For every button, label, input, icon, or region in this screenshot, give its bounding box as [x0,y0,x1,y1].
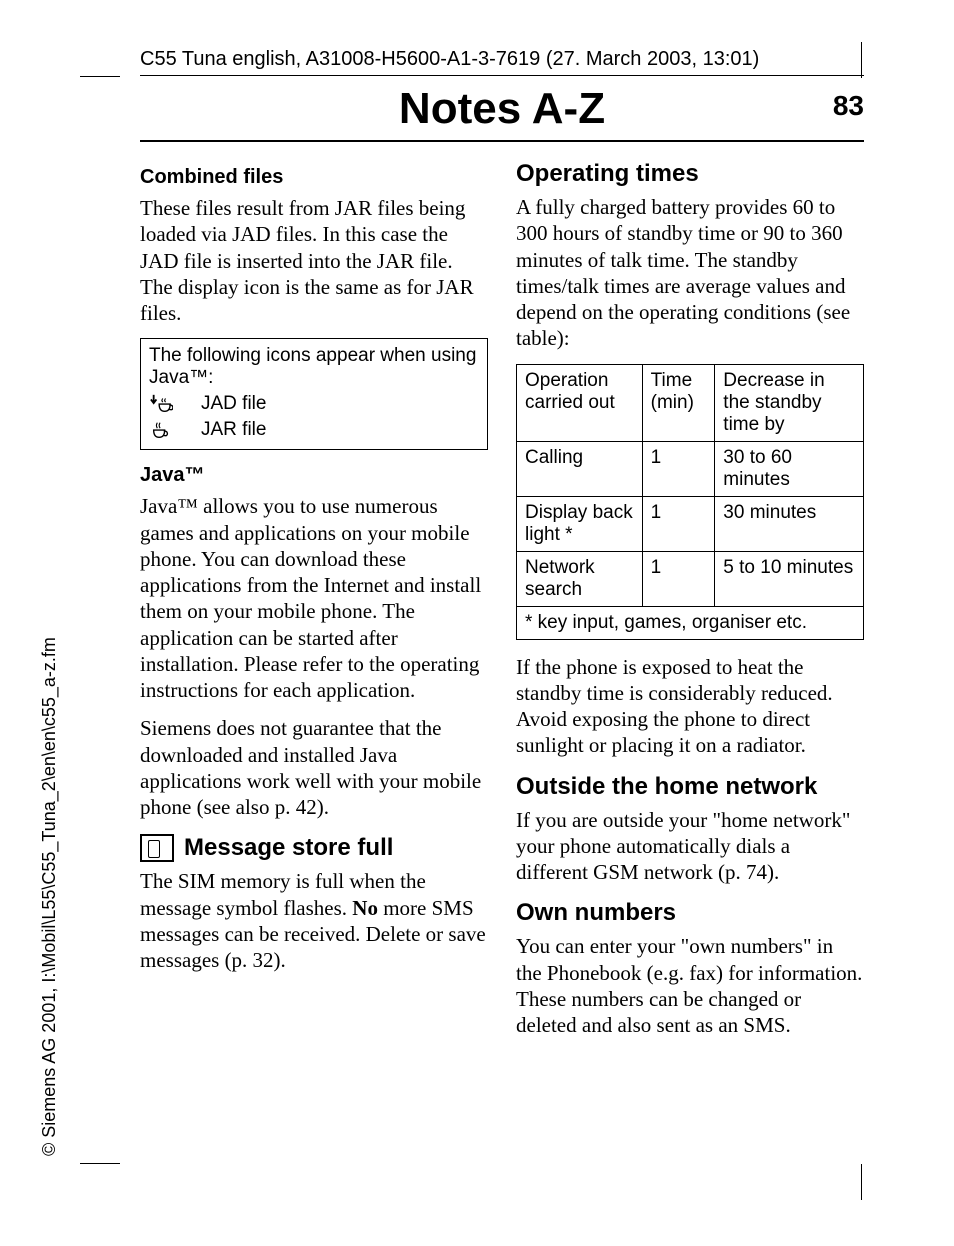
heading-combined-files: Combined files [140,166,488,189]
running-head: C55 Tuna english, A31008-H5600-A1-3-7619… [140,48,864,71]
operating-times-table: Operation carried out Time (min) Decreas… [516,364,864,640]
table-cell: 1 [642,496,715,551]
rule-bold [140,140,864,142]
table-cell: 5 to 10 minutes [715,551,864,606]
table-cell: Calling [517,441,643,496]
message-store-icon [140,834,174,862]
heading-java: Java™ [140,464,488,487]
para-heat: If the phone is exposed to heat the stan… [516,654,864,759]
table-cell: Display back light * [517,496,643,551]
msg-no-bold: No [352,896,378,920]
para-operating-times: A fully charged battery provides 60 to 3… [516,194,864,352]
table-footnote: * key input, games, organiser etc. [517,606,864,639]
para-combined-files: These files result from JAR files being … [140,195,488,326]
crop-mark [80,76,120,77]
message-store-full-label: Message store full [184,834,393,862]
para-java-1: Java™ allows you to use numerous games a… [140,493,488,703]
heading-outside-home-network: Outside the home network [516,773,864,801]
jad-download-icon [149,393,173,415]
th-time: Time (min) [642,364,715,441]
crop-mark [861,1164,862,1200]
page-number: 83 [833,90,864,122]
th-operation: Operation carried out [517,364,643,441]
table-cell: 1 [642,551,715,606]
copyright-sideways: © Siemens AG 2001, I:\Mobil\L55\C55_Tuna… [39,637,60,1156]
crop-mark [861,42,862,78]
right-column: Operating times A fully charged battery … [516,160,864,1050]
para-outside-home-network: If you are outside your "home network" y… [516,807,864,886]
heading-own-numbers: Own numbers [516,899,864,927]
table-cell: 30 to 60 minutes [715,441,864,496]
rule [140,75,864,76]
jad-file-label: JAD file [201,393,266,415]
chapter-title: Notes A-Z [399,84,605,134]
heading-operating-times: Operating times [516,160,864,188]
jar-file-label: JAR file [201,419,266,441]
para-java-2: Siemens does not guarantee that the down… [140,715,488,820]
th-decrease: Decrease in the standby time by [715,364,864,441]
jar-cup-icon [149,419,173,441]
box-intro: The following icons appear when using Ja… [149,345,479,389]
table-cell: Network search [517,551,643,606]
crop-mark [80,1163,120,1164]
table-cell: 1 [642,441,715,496]
icons-box: The following icons appear when using Ja… [140,338,488,450]
para-own-numbers: You can enter your "own numbers" in the … [516,933,864,1038]
table-cell: 30 minutes [715,496,864,551]
left-column: Combined files These files result from J… [140,160,488,1050]
para-message-store-full: The SIM memory is full when the message … [140,868,488,973]
heading-message-store-full: Message store full [140,834,488,862]
